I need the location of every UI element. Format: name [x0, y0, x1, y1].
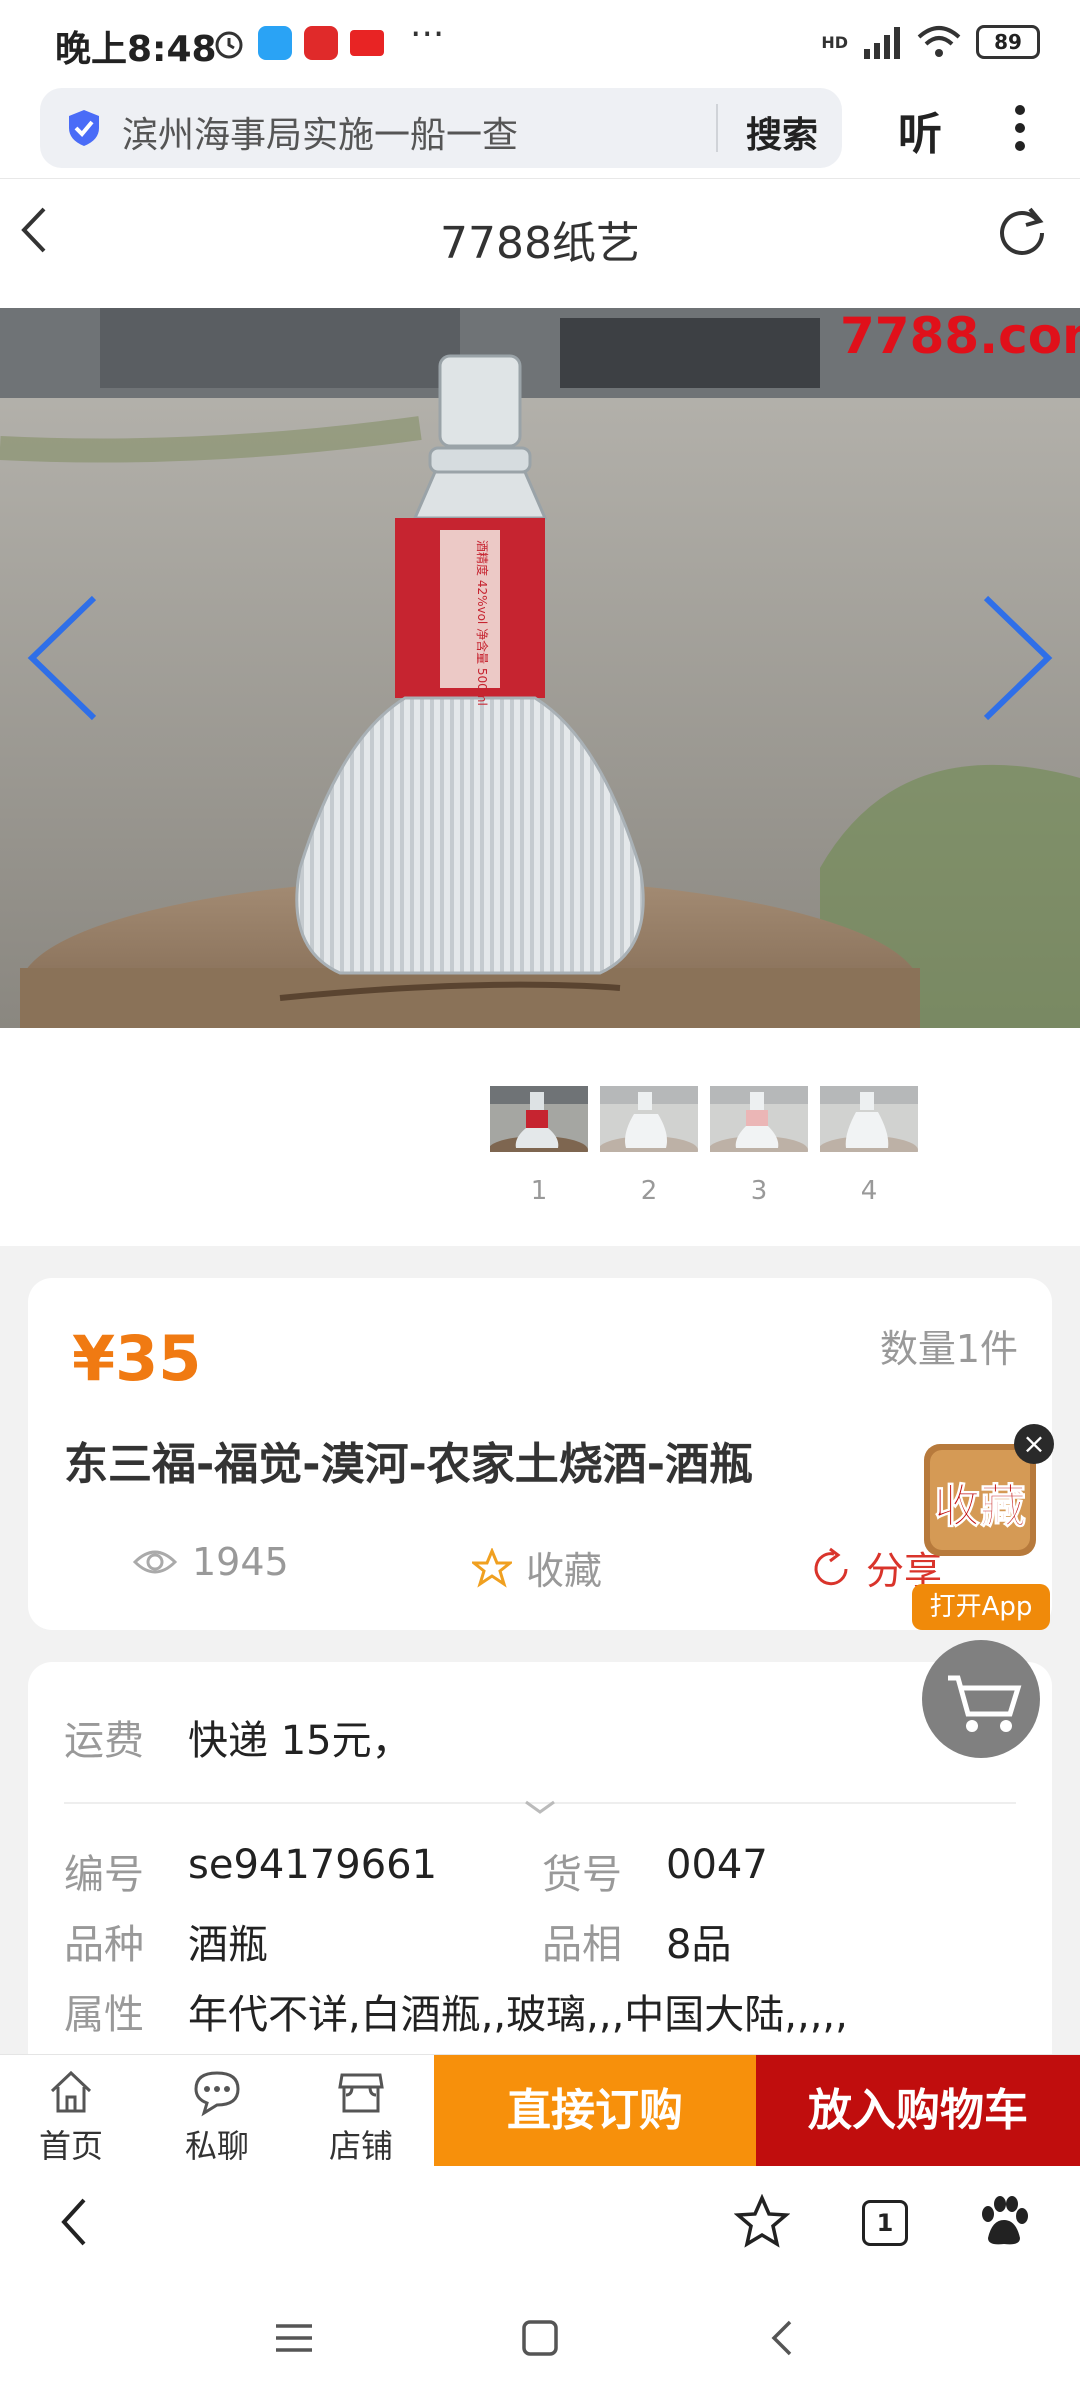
id-label: 编号: [64, 1852, 144, 1898]
signal-icon: [864, 27, 900, 59]
shop-nav-label: 店铺: [328, 2127, 393, 2165]
search-button[interactable]: 搜索: [746, 106, 818, 158]
condition-label: 品相: [542, 1922, 622, 1968]
thumbnail-number: 1: [530, 1176, 548, 1206]
thumbnail-number: 3: [750, 1176, 768, 1206]
home-nav-label: 首页: [38, 2127, 103, 2165]
product-info-card: ¥35 数量1件 东三福-福觉-漠河-农家土烧酒-酒瓶 1945 收藏 分享: [28, 1278, 1052, 1630]
open-app-button[interactable]: 打开App: [912, 1584, 1050, 1630]
product-price: ¥35: [72, 1322, 202, 1395]
page-title: 7788纸艺: [440, 218, 640, 269]
app-icon-red: [304, 26, 338, 60]
bookmark-star-icon[interactable]: [734, 2194, 790, 2250]
status-time: 晚上8:48: [55, 29, 217, 70]
alarm-icon: [215, 31, 243, 59]
thumbnail-1[interactable]: [490, 1086, 588, 1152]
watermark-text: 7788.com: [840, 308, 1080, 365]
view-count-value: 1945: [192, 1540, 289, 1584]
product-title: 东三福-福觉-漠河-农家土烧酒-酒瓶: [64, 1439, 754, 1490]
shop-nav-button[interactable]: 店铺: [296, 2055, 426, 2167]
baidu-paw-icon[interactable]: [974, 2192, 1034, 2252]
product-image-carousel[interactable]: 7788.com 酒精度 42%vol 净含量 500ml: [0, 308, 1080, 1028]
eye-icon: [132, 1550, 178, 1574]
favorite-label: 收藏: [526, 1549, 603, 1593]
listen-button[interactable]: 听: [898, 98, 942, 162]
store-icon: [338, 2073, 384, 2113]
thumbnail-2[interactable]: [600, 1086, 698, 1152]
carousel-next-icon[interactable]: [978, 588, 1058, 728]
page-header: 7788纸艺: [0, 178, 1080, 309]
carousel-prev-icon[interactable]: [22, 588, 102, 728]
network-type: HD: [821, 32, 848, 52]
product-quantity: 数量1件: [879, 1327, 1018, 1371]
home-nav-button[interactable]: 首页: [6, 2055, 136, 2167]
id-value: se94179661: [188, 1842, 438, 1888]
status-indicators: HD 89: [821, 20, 1040, 64]
product-photo: 7788.com 酒精度 42%vol 净含量 500ml: [0, 308, 1080, 1028]
product-action-bar: 首页 私聊 店铺 直接订购 放入购物车: [0, 2054, 1080, 2167]
attribute-value: 年代不详,白酒瓶,,玻璃,,,中国大陆,,,,,: [188, 1992, 848, 2038]
star-icon: [472, 1547, 512, 1588]
collect-badge-text: 收藏: [934, 1479, 1026, 1533]
bottle-label-text: 酒精度 42%vol 净含量 500ml: [475, 540, 490, 706]
chat-bubble-icon: [194, 2071, 240, 2117]
thumbnail-3[interactable]: [710, 1086, 808, 1152]
status-bar: 晚上8:48 ··· HD 89: [0, 0, 1080, 86]
home-square-icon[interactable]: [520, 2318, 560, 2358]
app-icon-blue: [258, 26, 292, 60]
wifi-icon: [917, 26, 961, 57]
browser-back-icon[interactable]: [54, 2194, 94, 2250]
variety-label: 品种: [64, 1922, 144, 1968]
tab-count-button[interactable]: 1: [862, 2200, 908, 2246]
condition-value: 8品: [666, 1922, 732, 1968]
buy-now-button[interactable]: 直接订购: [434, 2055, 756, 2167]
chat-nav-label: 私聊: [184, 2127, 249, 2165]
sku-value: 0047: [666, 1842, 768, 1888]
shipping-value: 快递 15元，: [188, 1718, 412, 1764]
search-query-text[interactable]: 滨州海事局实施一船一查: [122, 106, 518, 158]
view-count: 1945: [132, 1540, 289, 1584]
more-notifications-icon: ···: [410, 14, 445, 55]
shopping-cart-icon: [948, 1675, 1022, 1732]
refresh-icon[interactable]: [994, 203, 1050, 259]
share-icon: [814, 1547, 848, 1585]
add-to-cart-button[interactable]: 放入购物车: [756, 2055, 1080, 2167]
favorite-button[interactable]: 收藏: [472, 1540, 602, 1595]
attribute-label: 属性: [64, 1992, 144, 2038]
close-icon[interactable]: ×: [1014, 1424, 1054, 1464]
system-back-icon[interactable]: [768, 2318, 798, 2358]
floating-cart-button[interactable]: [922, 1640, 1040, 1758]
battery-indicator: 89: [976, 25, 1040, 59]
browser-search-box[interactable]: 滨州海事局实施一船一查 搜索: [40, 88, 842, 168]
product-details-card: 运费 快递 15元， 编号 se94179661 货号 0047 品种 酒瓶 品…: [28, 1662, 1052, 2062]
home-icon: [50, 2070, 92, 2113]
thumbnail-number: 4: [860, 1176, 878, 1206]
toutiao-icon: [350, 30, 384, 56]
system-navigation-bar: [0, 2276, 1080, 2400]
search-divider: [716, 104, 718, 152]
variety-value: 酒瓶: [188, 1922, 268, 1968]
more-vertical-icon[interactable]: [1000, 100, 1040, 160]
chevron-down-icon[interactable]: [522, 1796, 558, 1818]
thumbnail-number: 2: [640, 1176, 658, 1206]
thumbnail-4[interactable]: [820, 1086, 918, 1152]
chat-nav-button[interactable]: 私聊: [152, 2055, 282, 2167]
menu-icon[interactable]: [274, 2320, 314, 2356]
shield-check-icon: [69, 110, 99, 146]
browser-bottom-bar: 1: [0, 2166, 1080, 2276]
sku-label: 货号: [542, 1852, 622, 1898]
shipping-label: 运费: [64, 1718, 144, 1764]
